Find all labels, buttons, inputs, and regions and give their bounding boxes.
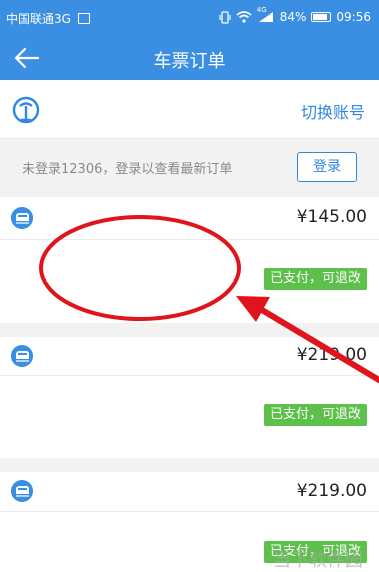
battery-percent: 84% xyxy=(279,10,307,24)
order-price: ¥219.00 xyxy=(296,481,367,501)
order-card[interactable]: ¥145.00 已支付，可退改 xyxy=(0,197,379,323)
login-button[interactable]: 登录 xyxy=(297,152,357,182)
divider xyxy=(0,511,379,512)
train-icon xyxy=(11,345,33,367)
app-bar: 车票订单 xyxy=(0,36,379,80)
watermark: 当下软件园 xyxy=(273,550,363,571)
account-row: 切换账号 xyxy=(0,80,379,139)
order-price: ¥219.00 xyxy=(296,345,367,365)
order-status-badge: 已支付，可退改 xyxy=(263,268,367,290)
status-bar: 中国联通3G 4G 84% 09:56 xyxy=(0,0,379,36)
order-price: ¥145.00 xyxy=(296,207,367,227)
status-right: 4G 84% 09:56 xyxy=(219,6,371,24)
order-status-badge: 已支付，可退改 xyxy=(263,404,367,426)
wifi-icon xyxy=(236,11,252,23)
divider xyxy=(0,375,379,376)
railway-logo-icon xyxy=(12,96,40,124)
clock: 09:56 xyxy=(336,10,371,24)
switch-account-link[interactable]: 切换账号 xyxy=(301,99,365,123)
battery-icon xyxy=(311,12,332,22)
page-title: 车票订单 xyxy=(153,51,226,72)
cell-signal-icon: 4G xyxy=(257,6,275,23)
image-notification-icon xyxy=(77,13,90,24)
status-left: 中国联通3G xyxy=(6,10,90,27)
login-hint-text: 未登录12306，登录以查看最新订单 xyxy=(22,162,233,177)
login-prompt-bar: 未登录12306，登录以查看最新订单 登录 xyxy=(0,139,379,197)
divider xyxy=(0,239,379,240)
train-icon xyxy=(11,480,33,502)
train-icon xyxy=(11,207,33,229)
carrier-label: 中国联通3G xyxy=(6,12,71,26)
card-gap xyxy=(0,323,379,337)
vibrate-icon xyxy=(219,10,231,24)
order-card[interactable]: ¥219.00 已支付，可退改 xyxy=(0,337,379,458)
card-gap xyxy=(0,458,379,472)
